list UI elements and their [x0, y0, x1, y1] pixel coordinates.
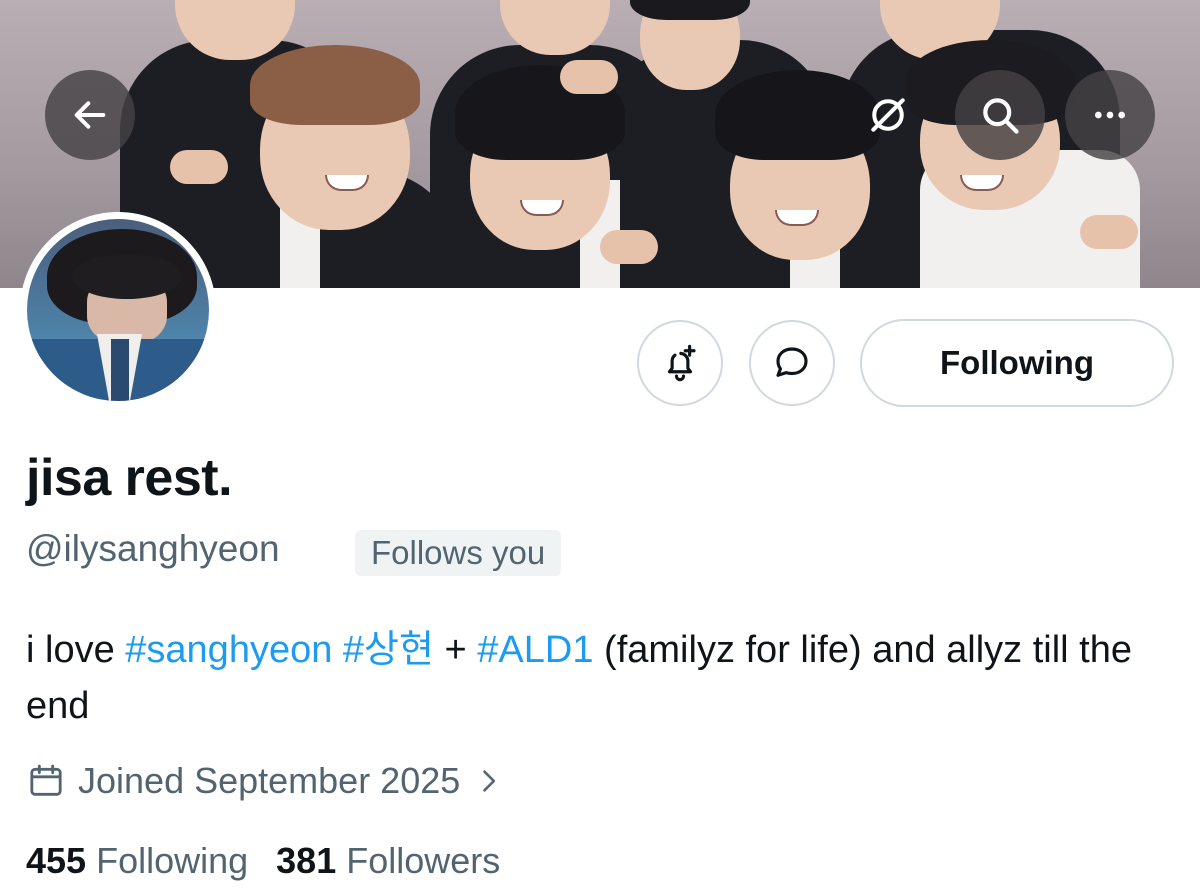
bio-text: + [433, 629, 478, 671]
message-bubble-icon [776, 347, 808, 377]
banner-detail [560, 60, 618, 94]
bio-text: i love [26, 629, 126, 671]
following-button-label: Following [940, 344, 1094, 381]
avatar-photo [27, 219, 209, 401]
profile-avatar[interactable] [20, 212, 216, 408]
banner-detail [170, 150, 228, 184]
banner-figure [160, 0, 460, 288]
banner-detail [1080, 215, 1138, 249]
more-options-button[interactable] [1065, 70, 1155, 160]
search-button[interactable] [955, 70, 1045, 160]
slashed-circle-icon [871, 98, 905, 132]
hashtag-link[interactable]: #상현 [343, 629, 434, 671]
follows-you-label: Follows you [371, 534, 546, 571]
following-count[interactable]: 455 [26, 840, 86, 882]
calendar-icon [30, 764, 62, 796]
follow-stats: 455 Following 381 Followers [26, 840, 528, 882]
joined-date-text: Joined September 2025 [78, 760, 461, 801]
following-link[interactable]: Following [96, 840, 248, 882]
display-name: jisa rest. [26, 449, 233, 507]
grok-button[interactable] [843, 70, 933, 160]
hashtag-link[interactable]: #sanghyeon [125, 629, 332, 671]
bio-text [332, 629, 343, 671]
chevron-right-icon [483, 770, 496, 792]
followers-link[interactable]: Followers [346, 840, 500, 882]
arrow-left-icon [74, 101, 106, 129]
notifications-button[interactable] [637, 320, 723, 406]
following-button[interactable]: Following [860, 319, 1174, 407]
joined-date-row[interactable]: Joined September 2025 [26, 756, 502, 806]
more-dots-icon [1095, 111, 1125, 119]
hashtag-link[interactable]: #ALD1 [477, 629, 593, 671]
follows-you-badge: Follows you [355, 530, 562, 576]
user-handle: @ilysanghyeon [26, 528, 280, 569]
banner-detail [600, 230, 658, 264]
followers-count[interactable]: 381 [276, 840, 336, 882]
bell-plus-icon [667, 344, 696, 382]
search-icon [983, 98, 1019, 134]
profile-bio: i love #sanghyeon #상현 + #ALD1 (familyz f… [26, 622, 1176, 734]
message-button[interactable] [749, 320, 835, 406]
back-button[interactable] [45, 70, 135, 160]
